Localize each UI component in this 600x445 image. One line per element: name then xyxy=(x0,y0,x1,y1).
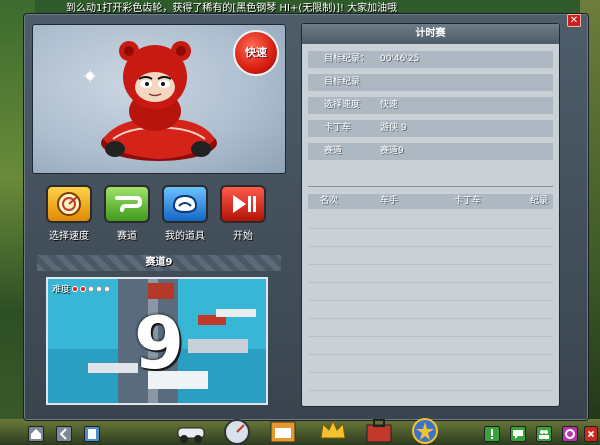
ranking-row xyxy=(308,318,553,319)
info-label: 卡丁车 xyxy=(324,123,352,133)
difficulty-dot xyxy=(104,285,111,292)
my-items-button[interactable]: 我的道具 xyxy=(160,185,210,245)
action-buttons: 选择速度 赛道 我的道具 开始 xyxy=(44,185,276,245)
speed-dial-icon xyxy=(46,185,92,223)
toolbox-icon[interactable] xyxy=(364,416,394,445)
crown-icon[interactable] xyxy=(318,416,348,445)
info-label: 目标纪录： xyxy=(324,54,370,64)
chat-icon[interactable] xyxy=(510,426,526,442)
difficulty-dot xyxy=(72,285,79,292)
ranking-row xyxy=(308,228,553,229)
race-info-panel: 计时赛 目标纪录： 00'46'25 目标纪录 选择速度 快速 卡丁车 游侠 9… xyxy=(301,23,560,407)
info-row-target-record: 目标纪录： 00'46'25 xyxy=(308,51,553,68)
info-value: 00'46'25 xyxy=(380,54,420,64)
info-value: 赛道9 xyxy=(380,146,404,156)
info-value: 快速 xyxy=(380,100,399,110)
difficulty-dot xyxy=(96,285,103,292)
select-speed-button[interactable]: 选择速度 xyxy=(44,185,94,245)
track-label: 赛道 xyxy=(117,231,137,242)
alert-icon[interactable] xyxy=(484,426,500,442)
info-label: 目标纪录 xyxy=(324,77,361,87)
difficulty-dot xyxy=(88,285,95,292)
info-row-target: 目标纪录 xyxy=(308,74,553,91)
home-icon[interactable] xyxy=(28,426,44,442)
info-label: 赛道 xyxy=(324,146,343,156)
col-rank: 名次 xyxy=(320,196,339,206)
bottom-toolbar xyxy=(0,423,600,445)
speed-mode-badge[interactable]: 快速 xyxy=(233,30,279,76)
items-icon xyxy=(162,185,208,223)
ranking-row xyxy=(308,246,553,247)
power-icon[interactable] xyxy=(584,426,598,442)
racer-character xyxy=(101,41,217,161)
back-icon[interactable] xyxy=(56,426,72,442)
ranking-row xyxy=(308,282,553,283)
ranking-header: 名次 车手 卡丁车 纪录 xyxy=(308,194,553,209)
tablet-icon[interactable] xyxy=(84,426,100,442)
track-button[interactable]: 赛道 xyxy=(102,185,152,245)
settings-icon[interactable] xyxy=(562,426,578,442)
ranking-row xyxy=(308,300,553,301)
ranking-row xyxy=(308,390,553,391)
info-row-track: 赛道 赛道9 xyxy=(308,143,553,160)
panel-title: 计时赛 xyxy=(302,24,559,44)
col-racer: 车手 xyxy=(380,196,399,206)
col-kart: 卡丁车 xyxy=(454,196,482,206)
close-button[interactable]: ✕ xyxy=(567,14,581,27)
start-button[interactable]: 开始 xyxy=(218,185,268,245)
shop-icon[interactable] xyxy=(268,416,298,445)
ranking-row xyxy=(308,264,553,265)
info-row-kart: 卡丁车 游侠 9 xyxy=(308,120,553,137)
info-value: 游侠 9 xyxy=(380,123,407,133)
track-name-bar: 赛道9 xyxy=(37,255,281,271)
info-row-speed: 选择速度 快速 xyxy=(308,97,553,114)
my-items-label: 我的道具 xyxy=(165,231,205,242)
friends-icon[interactable] xyxy=(536,426,552,442)
select-speed-label: 选择速度 xyxy=(49,231,89,242)
divider xyxy=(308,186,553,187)
speedometer-icon[interactable] xyxy=(222,416,252,445)
emblem-icon[interactable] xyxy=(410,416,440,445)
kart-icon[interactable] xyxy=(176,416,206,445)
track-preview[interactable]: 难度 9 xyxy=(46,277,268,405)
ranking-row xyxy=(308,354,553,355)
ranking-row xyxy=(308,336,553,337)
ranking-row xyxy=(308,372,553,373)
info-label: 选择速度 xyxy=(324,100,361,110)
difficulty-label: 难度 xyxy=(52,285,71,295)
track-icon xyxy=(104,185,150,223)
col-record: 纪录 xyxy=(530,196,549,206)
start-label: 开始 xyxy=(233,231,253,242)
play-pause-icon xyxy=(220,185,266,223)
difficulty-indicator: 难度 xyxy=(52,282,111,295)
track-number: 9 xyxy=(134,301,185,385)
difficulty-dot xyxy=(80,285,87,292)
